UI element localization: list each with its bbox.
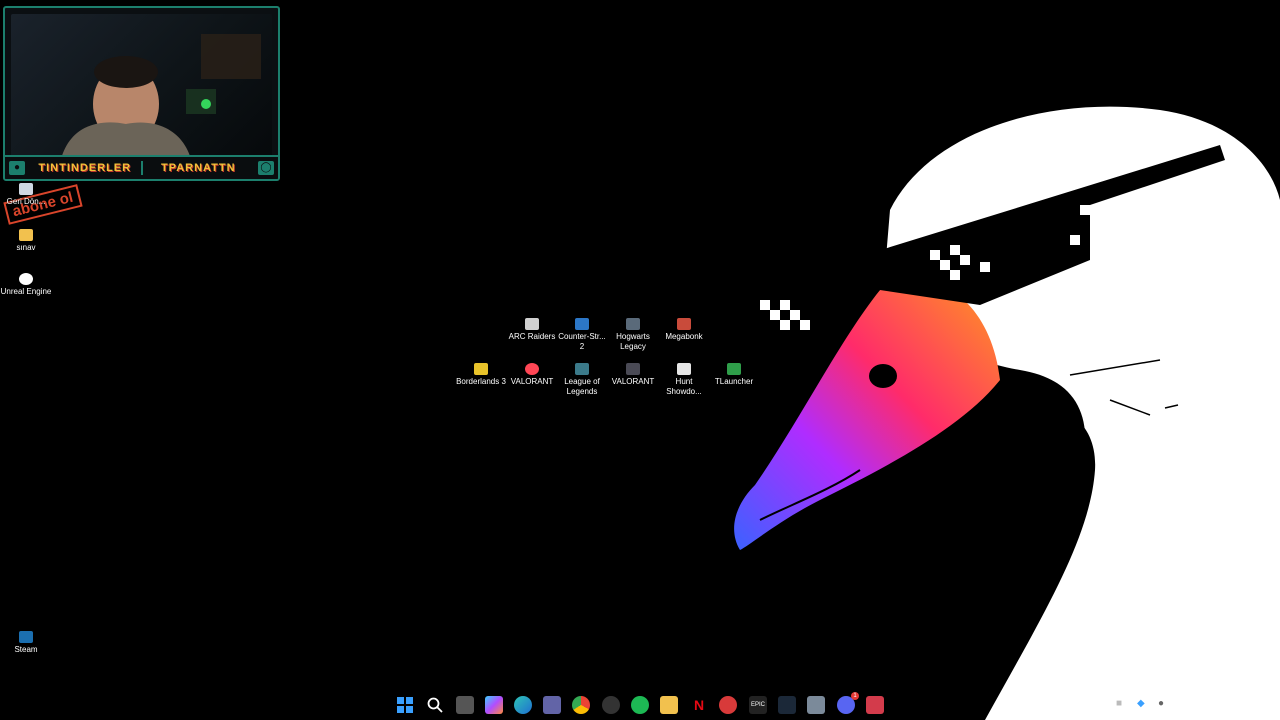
borderlands-icon: [474, 363, 488, 375]
desktop-icon-hunt-showdown[interactable]: Hunt Showdo...: [658, 363, 710, 397]
windows-start-icon[interactable]: [396, 696, 414, 714]
handle-right: TPARNATTN: [160, 162, 236, 174]
desktop-icon-unreal-engine[interactable]: Unreal Engine: [0, 273, 52, 297]
desktop-icon-counter-strike-2[interactable]: Counter-Str... 2: [556, 318, 608, 352]
webcam-feed: [11, 14, 272, 159]
recycle-bin-icon: [19, 183, 33, 195]
megabonk-icon: [677, 318, 691, 330]
settings-icon[interactable]: [807, 696, 825, 714]
steam-icon: [19, 631, 33, 643]
hunt-showdown-icon: [677, 363, 691, 375]
desktop-icon-megabonk[interactable]: Megabonk: [658, 318, 710, 342]
instagram-icon: ◯: [258, 161, 274, 175]
teams-icon[interactable]: [543, 696, 561, 714]
discord-icon[interactable]: 1: [837, 692, 859, 714]
obs-icon[interactable]: [602, 696, 620, 714]
desktop-icon-borderlands-3[interactable]: Borderlands 3: [455, 363, 507, 387]
desktop-icon-recycle-bin[interactable]: Geri Dön...: [0, 183, 52, 207]
desktop-icon-valorant-2[interactable]: VALORANT: [607, 363, 659, 387]
chrome-icon[interactable]: [572, 696, 590, 714]
desktop-icon-valorant[interactable]: VALORANT: [506, 363, 558, 387]
desktop-icon-arc-raiders[interactable]: ARC Raiders: [506, 318, 558, 342]
arc-raiders-icon: [525, 318, 539, 330]
search-icon[interactable]: [426, 696, 444, 714]
webcam-name-bar: ● TINTINDERLER TPARNATTN ◯: [5, 155, 278, 179]
taskbar: N EPIC 1: [0, 690, 1280, 720]
folder-icon: [19, 229, 33, 241]
desktop-icon-sinav[interactable]: sınav: [0, 229, 52, 253]
netflix-icon[interactable]: N: [690, 696, 708, 714]
counter-strike-icon: [575, 318, 589, 330]
copilot-icon[interactable]: [485, 696, 503, 714]
app-red-icon[interactable]: [719, 696, 737, 714]
epic-games-icon[interactable]: EPIC: [749, 696, 767, 714]
microphone-icon[interactable]: ●: [1158, 698, 1164, 709]
desktop-icon-hogwarts-legacy[interactable]: Hogwarts Legacy: [607, 318, 659, 352]
hogwarts-legacy-icon: [626, 318, 640, 330]
steam-icon[interactable]: [778, 696, 796, 714]
tlauncher-icon: [727, 363, 741, 375]
bluetooth-icon[interactable]: ◆: [1137, 698, 1145, 709]
network-icon[interactable]: ■: [1116, 698, 1122, 709]
league-of-legends-icon: [575, 363, 589, 375]
desktop-icon-tlauncher[interactable]: TLauncher: [708, 363, 760, 387]
desktop-icon-league-of-legends[interactable]: League of Legends: [556, 363, 608, 397]
webcam-overlay: ● TINTINDERLER TPARNATTN ◯: [3, 6, 280, 181]
desktop-icon-steam[interactable]: Steam: [0, 631, 52, 655]
valorant-icon[interactable]: [866, 696, 884, 714]
handle-left: TINTINDERLER: [38, 162, 132, 174]
discord-badge: 1: [851, 692, 859, 700]
valorant-icon: [626, 363, 640, 375]
spotify-icon[interactable]: [631, 696, 649, 714]
task-view-icon[interactable]: [456, 696, 474, 714]
valorant-icon: [525, 363, 539, 375]
user-icon: ●: [9, 161, 25, 175]
file-explorer-icon[interactable]: [660, 696, 678, 714]
unreal-engine-icon: [19, 273, 33, 285]
edge-icon[interactable]: [514, 696, 532, 714]
